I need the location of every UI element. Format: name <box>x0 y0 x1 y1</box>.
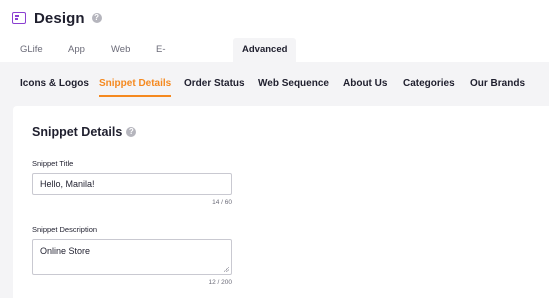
subtab-about-us[interactable]: About Us <box>343 62 387 106</box>
section-title-text: Snippet Details <box>32 125 123 139</box>
help-icon[interactable]: ? <box>126 127 137 137</box>
snippet-description-label: Snippet Description <box>32 225 98 234</box>
snippet-description-counter: 12 / 200 <box>208 279 233 286</box>
tab-app[interactable]: App <box>68 38 85 62</box>
snippet-title-label: Snippet Title <box>32 159 74 168</box>
help-icon[interactable]: ? <box>91 13 102 23</box>
subtab-snippet-details[interactable]: Snippet Details <box>99 62 172 106</box>
design-template-icon <box>12 12 26 24</box>
section-title: Snippet Details ? <box>32 125 137 139</box>
page-title: Design <box>34 9 85 27</box>
subtab-icons-logos[interactable]: Icons & Logos <box>20 62 89 106</box>
subtab-categories[interactable]: Categories <box>403 62 455 106</box>
tab-web[interactable]: Web <box>111 38 130 62</box>
snippet-description-textarea[interactable]: Online Store <box>32 239 232 275</box>
page-header: Design ? <box>12 8 102 28</box>
snippet-title-input[interactable] <box>32 173 232 195</box>
sub-tabs: Icons & Logos Snippet Details Order Stat… <box>0 62 549 106</box>
subtab-order-status[interactable]: Order Status <box>184 62 245 106</box>
snippet-description-value: Online Store <box>40 246 91 256</box>
snippet-title-counter: 14 / 60 <box>212 199 232 206</box>
resize-handle-icon[interactable] <box>224 267 229 272</box>
subtab-web-sequence[interactable]: Web Sequence <box>258 62 329 106</box>
tab-glife[interactable]: GLife <box>20 38 43 62</box>
subtab-our-brands[interactable]: Our Brands <box>470 62 525 106</box>
